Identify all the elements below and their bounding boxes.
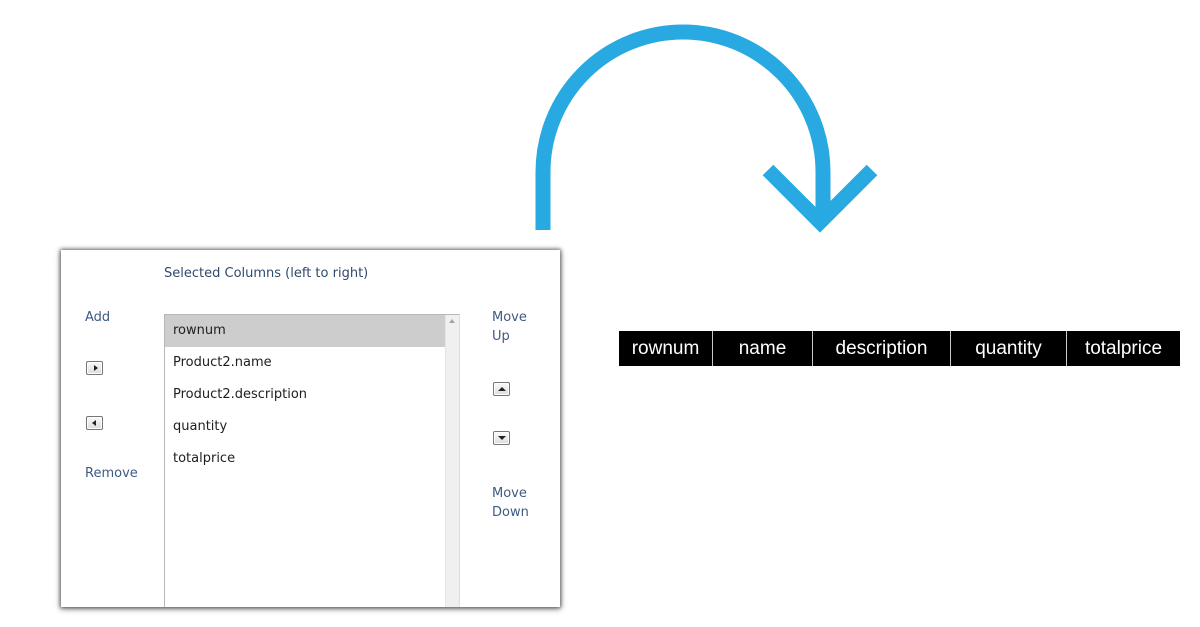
selected-columns-panel: Selected Columns (left to right) Add Rem… bbox=[61, 250, 560, 607]
result-header-cell: quantity bbox=[950, 331, 1066, 366]
scroll-up-icon[interactable] bbox=[449, 319, 455, 323]
list-item[interactable]: Product2.description bbox=[165, 379, 446, 411]
result-header-cell: rownum bbox=[631, 338, 700, 359]
panel-title: Selected Columns (left to right) bbox=[164, 266, 369, 281]
remove-column-button[interactable] bbox=[86, 416, 103, 430]
result-header-row: rownum name description quantity totalpr… bbox=[619, 331, 1180, 366]
list-item[interactable]: rownum bbox=[165, 315, 446, 347]
list-item[interactable]: quantity bbox=[165, 411, 446, 443]
result-header-cell: name bbox=[712, 331, 812, 366]
add-column-button[interactable] bbox=[86, 361, 103, 375]
list-item[interactable]: totalprice bbox=[165, 443, 446, 475]
result-header-cell: totalprice bbox=[1066, 331, 1180, 366]
arrow-curve bbox=[535, 24, 831, 230]
move-up-label: Move Up bbox=[492, 310, 527, 344]
move-down-label: Move Down bbox=[492, 486, 529, 520]
add-label: Add bbox=[85, 310, 111, 325]
arrow-head bbox=[762, 164, 878, 233]
list-item[interactable]: Product2.name bbox=[165, 347, 446, 379]
selected-columns-listbox[interactable]: rownum Product2.name Product2.descriptio… bbox=[164, 314, 460, 607]
move-down-button[interactable] bbox=[493, 431, 510, 445]
listbox-scrollbar[interactable] bbox=[445, 315, 459, 607]
result-header-cell: description bbox=[812, 331, 950, 366]
remove-label: Remove bbox=[85, 466, 138, 481]
move-up-button[interactable] bbox=[493, 382, 510, 396]
